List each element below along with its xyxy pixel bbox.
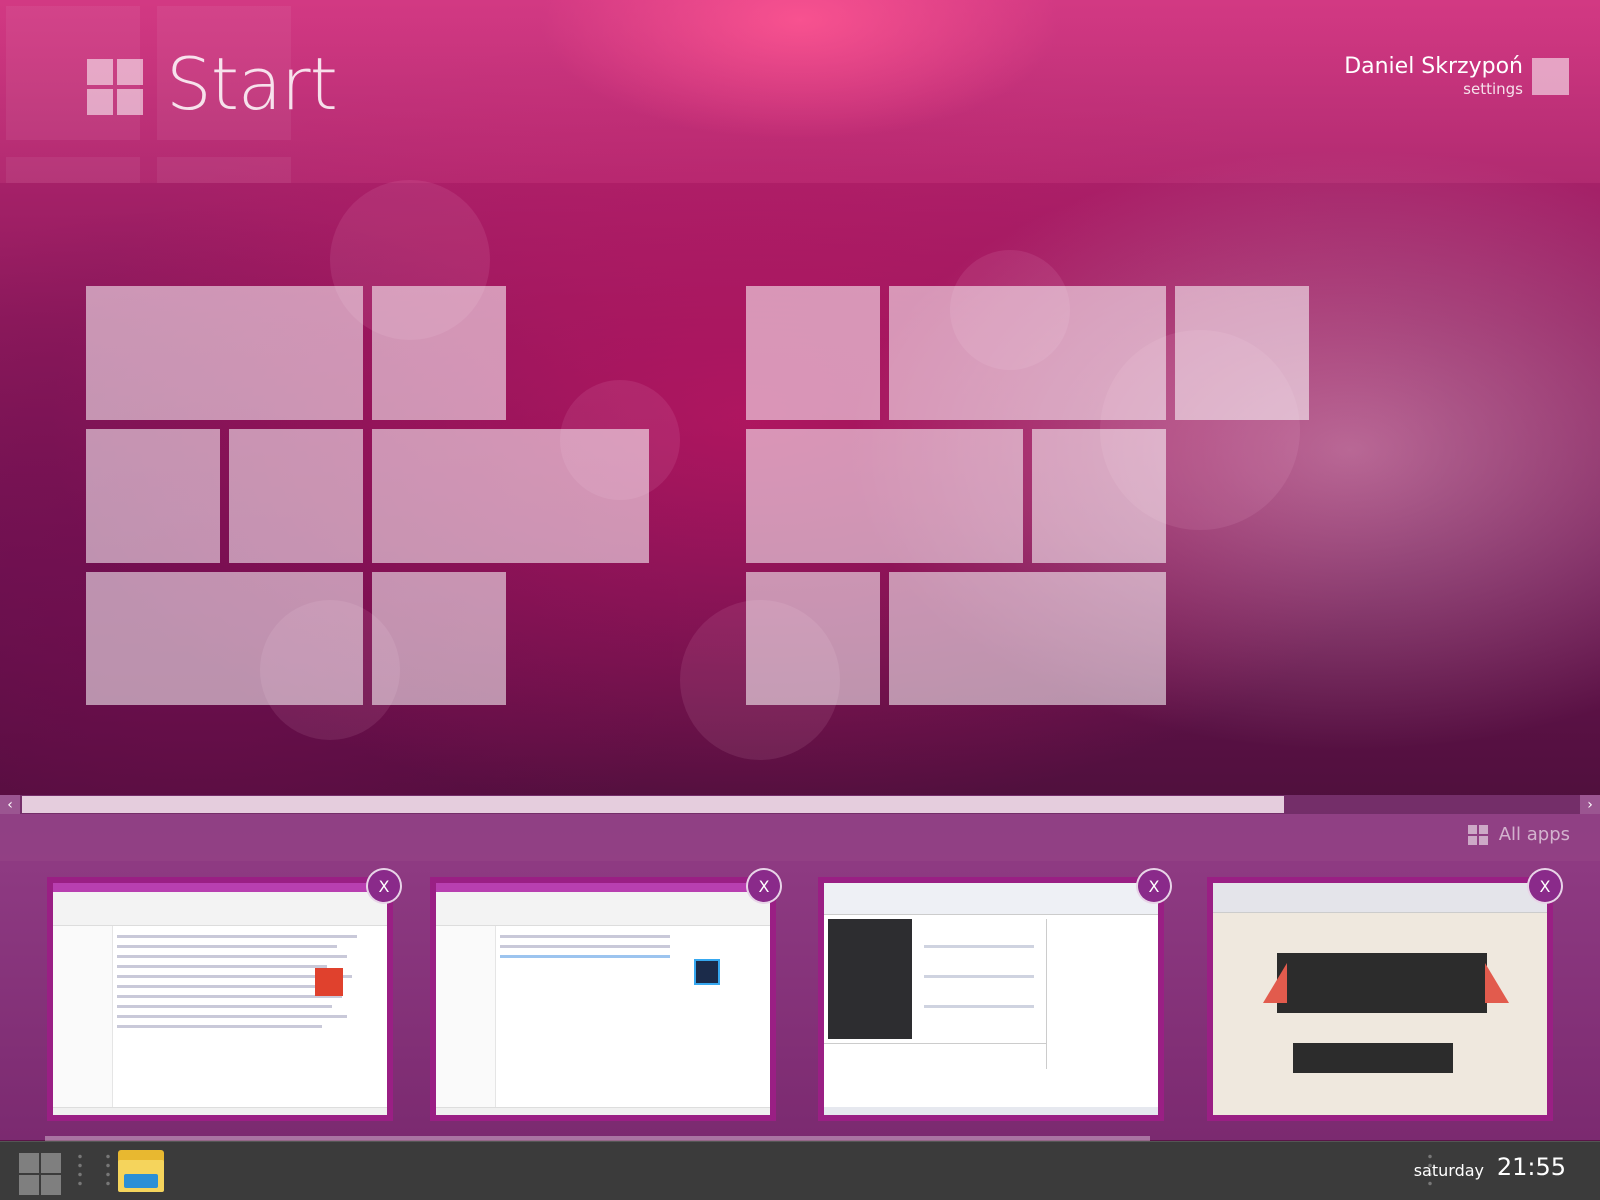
tile[interactable]	[372, 429, 649, 563]
settings-link[interactable]: settings	[1463, 80, 1523, 98]
thumb-music-explorer[interactable]	[47, 877, 393, 1121]
taskbar-grip[interactable]	[78, 1152, 82, 1188]
all-apps-button[interactable]: All apps	[1467, 824, 1570, 845]
tile[interactable]	[889, 572, 1166, 705]
thumb-browser-portfolio[interactable]	[1207, 877, 1553, 1121]
tile[interactable]	[746, 286, 880, 420]
close-window-button[interactable]: X	[366, 868, 402, 904]
tile[interactable]	[746, 572, 880, 705]
tile[interactable]	[889, 286, 1166, 420]
start-button[interactable]	[19, 1153, 61, 1195]
avatar[interactable]	[1532, 58, 1569, 95]
close-window-button[interactable]: X	[1136, 868, 1172, 904]
page-title: Start	[166, 42, 338, 126]
close-window-button[interactable]: X	[746, 868, 782, 904]
tile[interactable]	[372, 286, 506, 420]
decorative-square	[6, 157, 140, 183]
thumb-visual-studio[interactable]	[818, 877, 1164, 1121]
tile[interactable]	[229, 429, 363, 563]
tile[interactable]	[86, 429, 220, 563]
tile[interactable]	[1032, 429, 1166, 563]
taskbar	[0, 1141, 1600, 1200]
grid-icon	[1467, 824, 1488, 845]
scroll-thumb[interactable]	[22, 796, 1284, 813]
decorative-square	[157, 157, 291, 183]
horizontal-scrollbar[interactable]: ‹ ›	[0, 795, 1600, 814]
tile[interactable]	[1175, 286, 1309, 420]
clock-day: saturday	[1413, 1161, 1484, 1180]
scroll-right-arrow[interactable]: ›	[1580, 795, 1600, 814]
tile[interactable]	[746, 429, 1023, 563]
windows-logo-icon	[87, 59, 143, 115]
tile[interactable]	[86, 572, 363, 705]
tile[interactable]	[372, 572, 506, 705]
clock-time[interactable]: 21:55	[1497, 1153, 1566, 1181]
thumb-documents-explorer[interactable]	[430, 877, 776, 1121]
all-apps-bar	[0, 814, 1600, 861]
scroll-left-arrow[interactable]: ‹	[0, 795, 20, 814]
taskbar-grip[interactable]	[106, 1152, 110, 1188]
file-explorer-button[interactable]	[116, 1146, 166, 1194]
all-apps-label: All apps	[1498, 824, 1570, 845]
user-name[interactable]: Daniel Skrzypoń	[1344, 54, 1523, 79]
close-window-button[interactable]: X	[1527, 868, 1563, 904]
tile[interactable]	[86, 286, 363, 420]
